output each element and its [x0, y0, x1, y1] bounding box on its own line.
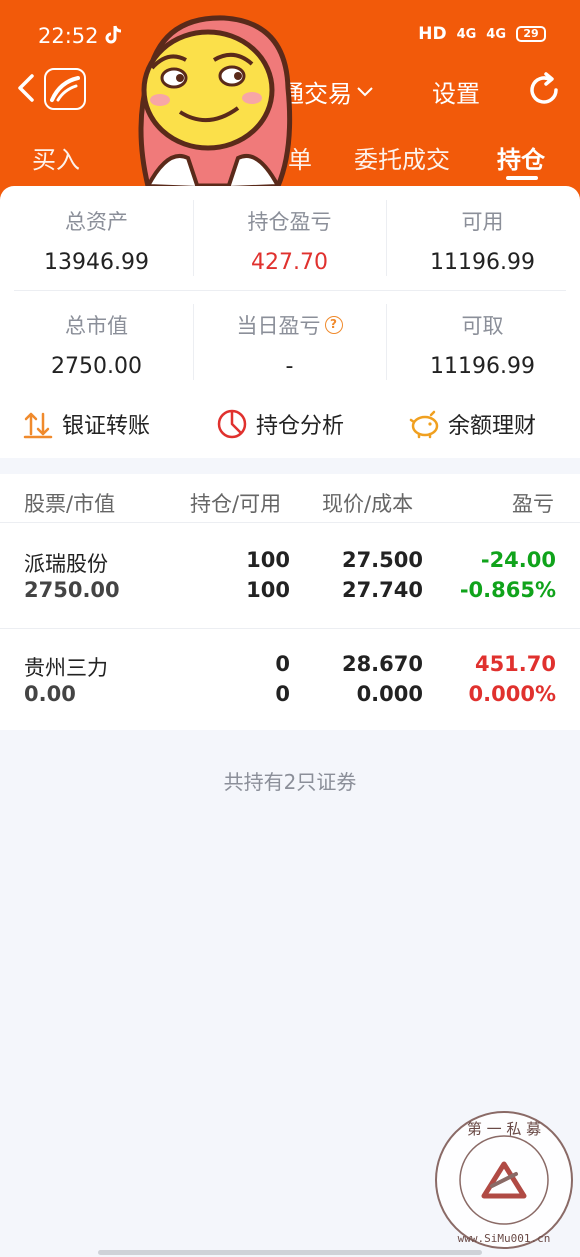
bank-transfer-button[interactable]: 银证转账: [22, 408, 150, 440]
stock-market-value: 2750.00: [24, 578, 120, 602]
current-price: 28.670: [341, 652, 423, 676]
daily-pnl: 当日盈亏 ? -: [193, 310, 386, 379]
divider: [193, 200, 194, 276]
available-value: 11196.99: [430, 250, 535, 275]
available-funds: 可用 11196.99: [386, 206, 579, 275]
position-analysis-button[interactable]: 持仓分析: [216, 408, 344, 440]
daily-pnl-label: 当日盈亏: [236, 314, 321, 338]
refresh-icon[interactable]: [524, 70, 564, 110]
svg-text:第 一 私 募: 第 一 私 募: [467, 1120, 541, 1138]
col-pnl-header: 盈亏: [512, 492, 554, 516]
total-assets-label: 总资产: [65, 210, 128, 234]
stock-name: 派瑞股份: [24, 552, 108, 576]
status-time: 22:52: [38, 24, 99, 48]
daily-pnl-value: -: [285, 354, 294, 379]
market-value: 总市值 2750.00: [0, 310, 193, 379]
position-qty: 100: [246, 548, 290, 572]
mascot-sticker: [138, 15, 293, 191]
holdings-table: 股票/市值 持仓/可用 现价/成本 盈亏 派瑞股份 2750.00 100 10…: [0, 474, 580, 730]
piggy-bank-icon: [409, 410, 439, 439]
withdrawable-label: 可取: [461, 314, 504, 338]
withdrawable: 可取 11196.99: [386, 310, 579, 379]
stock-market-value: 0.00: [24, 682, 76, 706]
active-tab-indicator: [506, 176, 538, 180]
holdings-count-note: 共持有2只证券: [223, 770, 357, 794]
transfer-icon: [23, 412, 53, 439]
daily-pnl-label-row: 当日盈亏 ?: [193, 310, 386, 340]
logo-swoosh-icon: [50, 76, 80, 102]
divider: [14, 290, 566, 291]
available-qty: 0: [275, 682, 290, 706]
tab-buy[interactable]: 买入: [32, 140, 80, 175]
divider: [386, 200, 387, 276]
col-price-header: 现价/成本: [322, 492, 414, 516]
current-price: 27.500: [341, 548, 423, 572]
position-pnl-label: 持仓盈亏: [247, 210, 332, 234]
stock-name: 贵州三力: [24, 656, 108, 680]
total-assets: 总资产 13946.99: [0, 206, 193, 275]
divider: [0, 628, 580, 629]
divider: [0, 522, 580, 523]
help-icon[interactable]: ?: [324, 316, 343, 334]
signal-icon-1: 4G: [456, 26, 477, 42]
table-row[interactable]: 派瑞股份 2750.00 100 100 27.500 27.740 -24.0…: [0, 532, 580, 636]
withdrawable-value: 11196.99: [430, 354, 535, 379]
table-row[interactable]: 贵州三力 0.00 0 0 28.670 0.000 451.70 0.000%: [0, 636, 580, 740]
signal-icon-2: 4G: [486, 26, 506, 42]
col-stock-header: 股票/市值: [24, 492, 116, 516]
account-summary: 总资产 13946.99 持仓盈亏 427.70 可用 11196.99 总市值…: [0, 186, 580, 458]
pnl-amount: -24.00: [480, 548, 556, 572]
pie-chart-icon: [217, 409, 247, 439]
bank-transfer-label: 银证转账: [62, 414, 151, 439]
balance-finance-button[interactable]: 余额理财: [408, 408, 536, 440]
pnl-percent: -0.865%: [459, 578, 556, 602]
status-indicators: HD 4G 4G 29: [418, 24, 546, 44]
pnl-amount: 451.70: [474, 652, 556, 676]
home-indicator: [98, 1250, 482, 1255]
tab-positions[interactable]: 持仓: [497, 140, 545, 175]
tiktok-icon: [105, 25, 122, 44]
col-qty-header: 持仓/可用: [190, 492, 282, 516]
app-logo: [44, 68, 86, 110]
app-header: 22:52 HD 4G 4G 29 通交易 设置 买入 单 委托成交 持仓: [0, 0, 580, 200]
tab-entrust-deals[interactable]: 委托成交: [354, 140, 450, 175]
available-qty: 100: [246, 578, 290, 602]
total-assets-value: 13946.99: [44, 250, 149, 275]
balance-finance-label: 余额理财: [448, 414, 537, 439]
market-value-value: 2750.00: [51, 354, 142, 379]
svg-text:www.SiMu001.cn: www.SiMu001.cn: [458, 1232, 551, 1245]
watermark-seal: 第 一 私 募 www.SiMu001.cn: [435, 1111, 573, 1249]
available-label: 可用: [461, 210, 504, 234]
pnl-percent: 0.000%: [468, 682, 556, 706]
market-value-label: 总市值: [65, 314, 128, 338]
position-qty: 0: [275, 652, 290, 676]
position-pnl: 持仓盈亏 427.70: [193, 206, 386, 275]
battery-icon: 29: [516, 26, 546, 42]
position-pnl-value: 427.70: [251, 250, 328, 275]
hd-indicator: HD: [418, 24, 447, 44]
settings-button[interactable]: 设置: [432, 74, 480, 109]
cost-price: 27.740: [341, 578, 423, 602]
chevron-down-icon: [357, 86, 373, 96]
back-arrow-icon[interactable]: [12, 66, 42, 110]
position-analysis-label: 持仓分析: [256, 414, 345, 439]
cost-price: 0.000: [356, 682, 423, 706]
